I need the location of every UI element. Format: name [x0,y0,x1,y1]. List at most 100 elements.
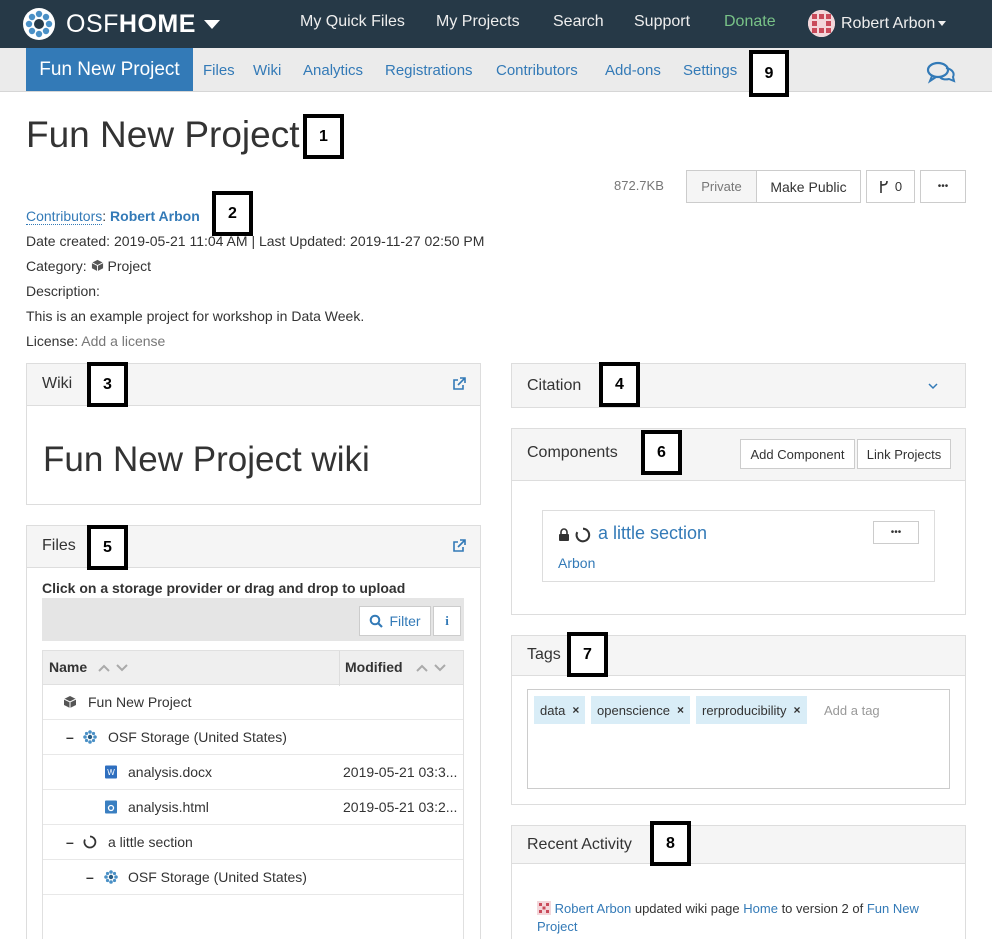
activity-text-1: updated wiki page [631,901,744,916]
component-card: a little section Arbon ••• [542,510,935,582]
component-circle-icon [575,527,591,543]
file-row-storage[interactable]: – OSF Storage (United States) [42,720,464,755]
cube-icon [63,696,77,708]
word-file-icon: W [105,765,117,779]
category-value: Project [107,258,152,274]
contributor-link[interactable]: Robert Arbon [110,208,200,224]
collapse-toggle[interactable]: – [66,834,74,850]
grid-right-border [463,685,464,939]
info-button[interactable]: i [433,606,461,636]
add-tag-input[interactable]: Add a tag [824,703,880,718]
activity-user-link[interactable]: Robert Arbon [555,901,632,916]
component-author-link[interactable]: Arbon [558,555,595,571]
file-row-component-storage[interactable]: – OSF Storage (United States) [42,860,464,895]
marker-6: 6 [641,430,682,475]
nav-donate[interactable]: Donate [724,13,776,31]
sort-arrows-icon[interactable] [415,663,451,673]
subnav-settings[interactable]: Settings [683,62,737,79]
marker-9: 9 [749,50,789,97]
nav-search[interactable]: Search [553,13,604,31]
remove-tag-icon[interactable]: × [677,703,684,717]
osf-logo-icon [23,8,55,40]
sort-arrows-icon[interactable] [97,663,133,673]
subnav-project-title[interactable]: Fun New Project [26,48,193,91]
files-upload-hint: Click on a storage provider or drag and … [42,580,406,596]
comments-icon[interactable] [926,60,956,84]
add-license-link[interactable]: Add a license [81,333,165,349]
wiki-panel-title[interactable]: Wiki [42,375,72,393]
file-row-component[interactable]: – a little section [42,825,464,860]
category-line: Category: Project [26,258,151,274]
marker-5: 5 [87,525,128,570]
subnav-addons[interactable]: Add-ons [605,62,661,79]
description-label: Description: [26,283,100,299]
col-name[interactable]: Name [49,659,87,675]
file-name: OSF Storage (United States) [128,869,307,885]
subnav-registrations[interactable]: Registrations [385,62,473,79]
file-name: Fun New Project [88,694,192,710]
nav-my-projects[interactable]: My Projects [436,13,520,31]
file-row-html[interactable]: analysis.html 2019-05-21 03:2... [42,790,464,825]
project-size: 872.7KB [614,178,664,193]
col-modified[interactable]: Modified [345,659,403,675]
tag-input-box[interactable]: data × openscience × rerproducibility × Add… [527,689,950,789]
tag-chip: data × [534,696,586,724]
activity-page-link[interactable]: Home [743,901,778,916]
user-menu[interactable]: Robert Arbon [808,10,947,37]
nav-support[interactable]: Support [634,13,690,31]
fork-button[interactable]: 0 [866,170,915,203]
license-label: License: [26,333,79,349]
remove-tag-icon[interactable]: × [572,703,579,717]
activity-text-2: to version 2 of [777,901,867,916]
private-button[interactable]: Private [686,170,757,203]
citation-panel[interactable]: Citation [511,363,966,408]
marker-2: 2 [212,191,253,236]
recent-activity-title: Recent Activity [527,836,632,853]
user-name: Robert Arbon [841,14,936,32]
link-projects-button[interactable]: Link Projects [857,439,951,469]
tags-panel-title: Tags [527,646,561,663]
osf-home-brand[interactable]: OSFHOME [22,6,220,42]
file-row-project[interactable]: Fun New Project [42,685,464,720]
osf-storage-icon [104,870,118,884]
external-link-icon[interactable] [452,539,466,553]
nav-my-quick-files[interactable]: My Quick Files [300,13,405,31]
user-identicon-icon [537,901,551,915]
subnav-wiki[interactable]: Wiki [253,62,281,79]
filter-button[interactable]: Filter [359,606,431,636]
recent-activity-header: Recent Activity [512,826,965,864]
tag-label: rerproducibility [702,702,787,718]
project-more-button[interactable]: ••• [920,170,966,203]
subnav-files[interactable]: Files [203,62,235,79]
subnav-analytics[interactable]: Analytics [303,62,363,79]
file-name: a little section [108,834,193,850]
collapse-toggle[interactable]: – [66,729,74,745]
grid-left-border [42,685,43,939]
contributors-link[interactable]: Contributors [26,208,103,225]
col-divider [339,651,340,686]
add-component-button[interactable]: Add Component [740,439,855,469]
collapse-toggle[interactable]: – [86,869,94,885]
file-row-docx[interactable]: W analysis.docx 2019-05-21 03:3... [42,755,464,790]
citation-panel-header: Citation [512,364,965,407]
marker-4: 4 [599,362,640,407]
fork-count: 0 [894,179,903,194]
cube-icon [91,259,103,272]
project-description: This is an example project for workshop … [26,308,365,324]
top-navbar: OSFHOME My Quick Files My Projects Searc… [0,0,992,48]
chevron-down-icon[interactable] [928,382,938,390]
caret-down-icon[interactable] [203,19,220,29]
files-panel-title[interactable]: Files [42,537,76,555]
component-more-button[interactable]: ••• [873,521,919,544]
identicon-icon [808,10,835,37]
tag-label: data [540,702,566,718]
remove-tag-icon[interactable]: × [794,703,801,717]
subnav-contributors[interactable]: Contributors [496,62,578,79]
components-panel-header: Components Add Component Link Projects [512,429,965,481]
make-public-button[interactable]: Make Public [756,170,861,203]
citation-panel-title[interactable]: Citation [527,377,581,395]
marker-7: 7 [567,632,608,677]
component-title-link[interactable]: a little section [598,523,707,544]
external-link-icon[interactable] [452,377,466,391]
category-label: Category: [26,258,87,274]
